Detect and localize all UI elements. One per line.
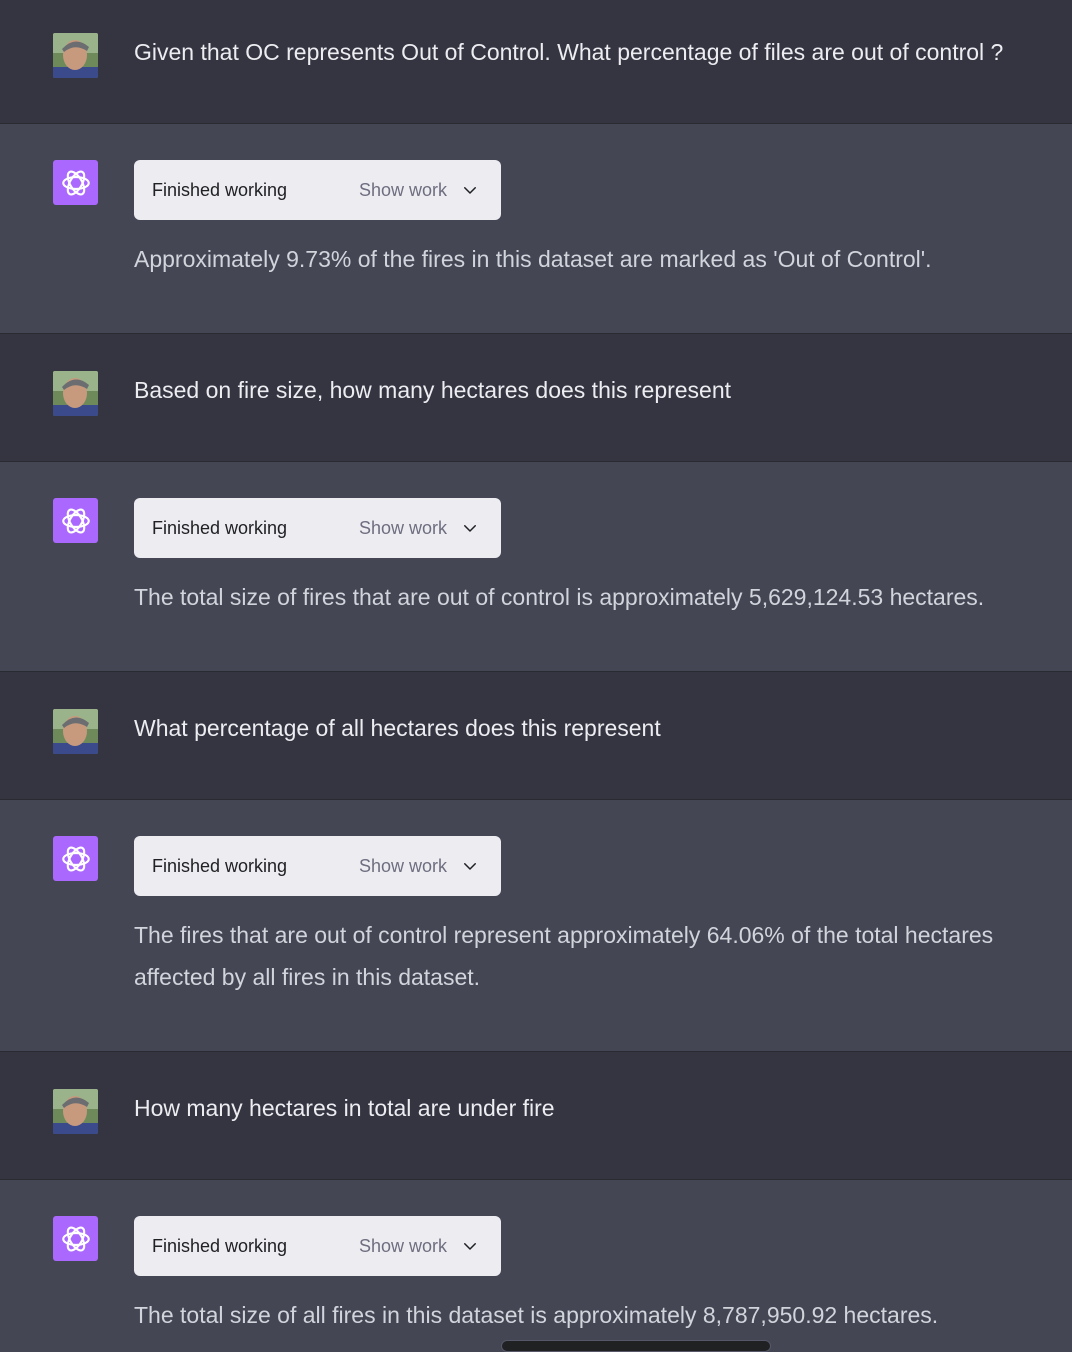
assistant-avatar [53,160,98,205]
show-work-label: Show work [358,1235,447,1256]
user-photo-avatar-icon [53,33,98,78]
user-avatar [53,33,98,78]
work-status-label: Finished working [152,855,288,876]
show-work-label: Show work [358,855,447,876]
show-work-label: Show work [358,517,447,538]
user-message: Based on fire size, how many hectares do… [0,334,1072,462]
work-status-label: Finished working [152,517,288,538]
user-avatar [53,371,98,416]
scroll-to-bottom-bar[interactable] [501,1340,771,1352]
show-work-button[interactable]: Show work [359,180,479,201]
openai-logo-icon [61,508,90,533]
openai-logo-icon [61,170,90,195]
user-avatar [53,1089,98,1134]
assistant-avatar [53,498,98,543]
show-work-button[interactable]: Show work [359,518,479,539]
assistant-message: Finished working Show work The fires tha… [0,800,1072,1052]
assistant-avatar [53,1216,98,1261]
show-work-button[interactable]: Show work [359,1236,479,1257]
openai-logo-icon [61,846,90,871]
chevron-down-icon [464,187,476,194]
assistant-reply-text: The total size of all fires in this data… [134,1302,939,1328]
assistant-message: Finished working Show work The total siz… [0,1180,1072,1350]
show-work-label: Show work [358,179,447,200]
assistant-message: Finished working Show work Approximately… [0,124,1072,334]
user-photo-avatar-icon [53,1089,98,1134]
work-status-label: Finished working [152,179,288,200]
assistant-message: Finished working Show work The total siz… [0,462,1072,672]
assistant-avatar [53,836,98,881]
user-message: Given that OC represents Out of Control.… [0,0,1072,124]
openai-logo-icon [61,1226,90,1251]
user-message-text: Given that OC represents Out of Control.… [134,39,1004,65]
chevron-down-icon [464,525,476,532]
user-photo-avatar-icon [53,709,98,754]
user-photo-avatar-icon [53,371,98,416]
work-status-label: Finished working [152,1235,288,1256]
assistant-reply-text: The fires that are out of control repres… [134,922,994,990]
finished-working-panel: Finished working Show work [134,836,501,896]
finished-working-panel: Finished working Show work [134,1216,501,1276]
chevron-down-icon [464,1243,476,1250]
user-message-text: How many hectares in total are under fir… [134,1095,555,1121]
user-message-text: What percentage of all hectares does thi… [134,715,661,741]
user-message: What percentage of all hectares does thi… [0,672,1072,800]
finished-working-panel: Finished working Show work [134,160,501,220]
user-message-text: Based on fire size, how many hectares do… [134,377,732,403]
show-work-button[interactable]: Show work [359,856,479,877]
user-avatar [53,709,98,754]
finished-working-panel: Finished working Show work [134,498,501,558]
user-message: How many hectares in total are under fir… [0,1052,1072,1180]
assistant-reply-text: The total size of fires that are out of … [134,584,985,610]
chevron-down-icon [464,863,476,870]
conversation-thread: Given that OC represents Out of Control.… [0,0,1072,1350]
assistant-reply-text: Approximately 9.73% of the fires in this… [134,246,932,272]
